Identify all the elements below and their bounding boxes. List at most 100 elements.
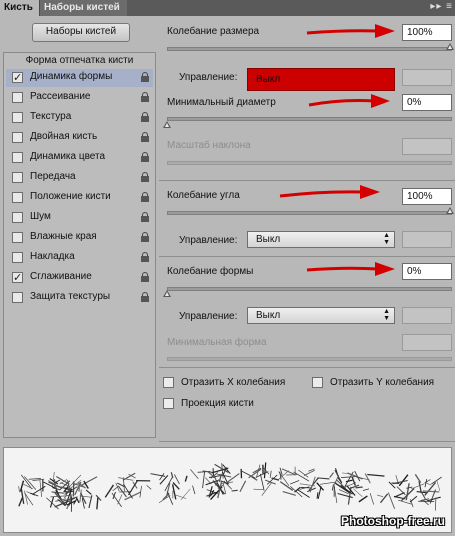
- size-control-label: Управление:: [179, 72, 238, 83]
- roundness-jitter-field[interactable]: 0%: [402, 263, 452, 280]
- list-item-checkbox[interactable]: [12, 292, 23, 303]
- brush-hatch-mark: [309, 476, 316, 493]
- brush-tip-shape-header[interactable]: Форма отпечатка кисти: [4, 55, 155, 66]
- flip-x-checkbox[interactable]: [163, 377, 174, 388]
- lock-icon[interactable]: [141, 252, 149, 262]
- brush-hatch-mark: [294, 486, 301, 493]
- list-item[interactable]: ✓ Динамика формы: [6, 69, 153, 87]
- brush-hatch-mark: [24, 492, 34, 506]
- list-item-label: Положение кисти: [30, 191, 111, 202]
- list-item-label: Двойная кисть: [30, 131, 98, 142]
- brush-hatch-mark: [239, 480, 247, 492]
- size-control-select[interactable]: Выкл: [247, 68, 395, 91]
- list-item[interactable]: Влажные края: [6, 229, 153, 247]
- list-item[interactable]: ✓ Сглаживание: [6, 269, 153, 287]
- list-item[interactable]: Положение кисти: [6, 189, 153, 207]
- panel-menu-icon[interactable]: ▸▸ ≡: [430, 1, 453, 12]
- brush-hatch-mark: [259, 473, 265, 491]
- lock-icon[interactable]: [141, 152, 149, 162]
- brush-hatch-mark: [376, 494, 384, 498]
- brush-hatch-mark: [355, 486, 363, 489]
- list-item-label: Защита текстуры: [30, 291, 111, 302]
- list-item[interactable]: Двойная кисть: [6, 129, 153, 147]
- list-item-checkbox[interactable]: [12, 152, 23, 163]
- roundness-control-value: Выкл: [256, 310, 281, 321]
- size-jitter-slider-thumb[interactable]: [446, 43, 454, 50]
- list-item-label: Текстура: [30, 111, 72, 122]
- brush-hatch-mark: [124, 491, 141, 501]
- size-jitter-slider[interactable]: [167, 47, 452, 51]
- select-stepper-icon: ▲ ▼: [383, 232, 390, 246]
- brush-presets-button[interactable]: Наборы кистей: [32, 23, 130, 42]
- brush-hatch-mark: [405, 483, 410, 501]
- brush-hatch-mark: [158, 495, 171, 504]
- list-item-checkbox[interactable]: ✓: [12, 272, 23, 284]
- size-jitter-field[interactable]: 100%: [402, 24, 452, 41]
- brush-hatch-mark: [392, 479, 408, 485]
- lock-icon[interactable]: [141, 192, 149, 202]
- brush-hatch-mark: [414, 474, 422, 483]
- brush-hatch-mark: [62, 494, 75, 497]
- list-item-checkbox[interactable]: [12, 212, 23, 223]
- size-control-value: Выкл: [256, 74, 281, 85]
- section-divider: [159, 256, 455, 257]
- list-item-checkbox[interactable]: [12, 92, 23, 103]
- lock-icon[interactable]: [141, 292, 149, 302]
- brush-hatch-mark: [253, 488, 264, 491]
- brush-hatch-mark: [81, 476, 98, 486]
- brush-hatch-mark: [159, 473, 165, 481]
- list-item-checkbox[interactable]: [12, 172, 23, 183]
- lock-icon[interactable]: [141, 232, 149, 242]
- list-item[interactable]: Передача: [6, 169, 153, 187]
- list-item-checkbox[interactable]: [12, 132, 23, 143]
- brush-hatch-mark: [184, 475, 188, 482]
- lock-icon[interactable]: [141, 172, 149, 182]
- min-diameter-label: Минимальный диаметр: [167, 97, 276, 108]
- lock-icon[interactable]: [141, 112, 149, 122]
- roundness-control-field: [402, 307, 452, 324]
- list-item-checkbox[interactable]: [12, 192, 23, 203]
- list-item-checkbox[interactable]: [12, 112, 23, 123]
- list-item-checkbox[interactable]: [12, 232, 23, 243]
- brush-hatch-mark: [111, 492, 123, 508]
- list-item[interactable]: Шум: [6, 209, 153, 227]
- brush-hatch-mark: [166, 491, 174, 505]
- list-item[interactable]: Динамика цвета: [6, 149, 153, 167]
- brush-projection-label: Проекция кисти: [181, 398, 254, 409]
- tab-brush[interactable]: Кисть: [0, 0, 39, 16]
- brush-hatch-mark: [409, 495, 418, 503]
- brush-hatch-mark: [320, 481, 337, 485]
- list-item[interactable]: Рассеивание: [6, 89, 153, 107]
- lock-icon[interactable]: [141, 92, 149, 102]
- brush-hatch-mark: [190, 469, 199, 479]
- angle-jitter-slider[interactable]: [167, 211, 452, 215]
- lock-icon[interactable]: [141, 72, 149, 82]
- roundness-jitter-slider[interactable]: [167, 287, 452, 291]
- min-diameter-slider-thumb[interactable]: [163, 121, 171, 128]
- list-item-checkbox[interactable]: [12, 252, 23, 263]
- lock-icon[interactable]: [141, 272, 149, 282]
- list-item-checkbox[interactable]: ✓: [12, 72, 23, 84]
- list-item[interactable]: Текстура: [6, 109, 153, 127]
- brush-hatch-mark: [286, 474, 298, 476]
- min-diameter-field[interactable]: 0%: [402, 94, 452, 111]
- angle-jitter-field[interactable]: 100%: [402, 188, 452, 205]
- min-diameter-slider[interactable]: [167, 117, 452, 121]
- list-item[interactable]: Накладка: [6, 249, 153, 267]
- brush-hatch-mark: [387, 492, 396, 509]
- roundness-jitter-slider-thumb[interactable]: [163, 290, 171, 297]
- flip-y-label: Отразить Y колебания: [330, 377, 435, 388]
- lock-icon[interactable]: [141, 132, 149, 142]
- tab-brush-presets[interactable]: Наборы кистей: [39, 0, 127, 16]
- roundness-control-select[interactable]: Выкл ▲ ▼: [247, 307, 395, 324]
- brush-hatch-mark: [436, 480, 441, 492]
- angle-jitter-slider-thumb[interactable]: [446, 207, 454, 214]
- flip-y-checkbox[interactable]: [312, 377, 323, 388]
- brush-projection-checkbox[interactable]: [163, 398, 174, 409]
- tilt-scale-field: [402, 138, 452, 155]
- lock-icon[interactable]: [141, 212, 149, 222]
- brush-hatch-mark: [362, 488, 370, 491]
- brush-hatch-mark: [298, 469, 309, 478]
- angle-control-select[interactable]: Выкл ▲ ▼: [247, 231, 395, 248]
- list-item[interactable]: Защита текстуры: [6, 289, 153, 307]
